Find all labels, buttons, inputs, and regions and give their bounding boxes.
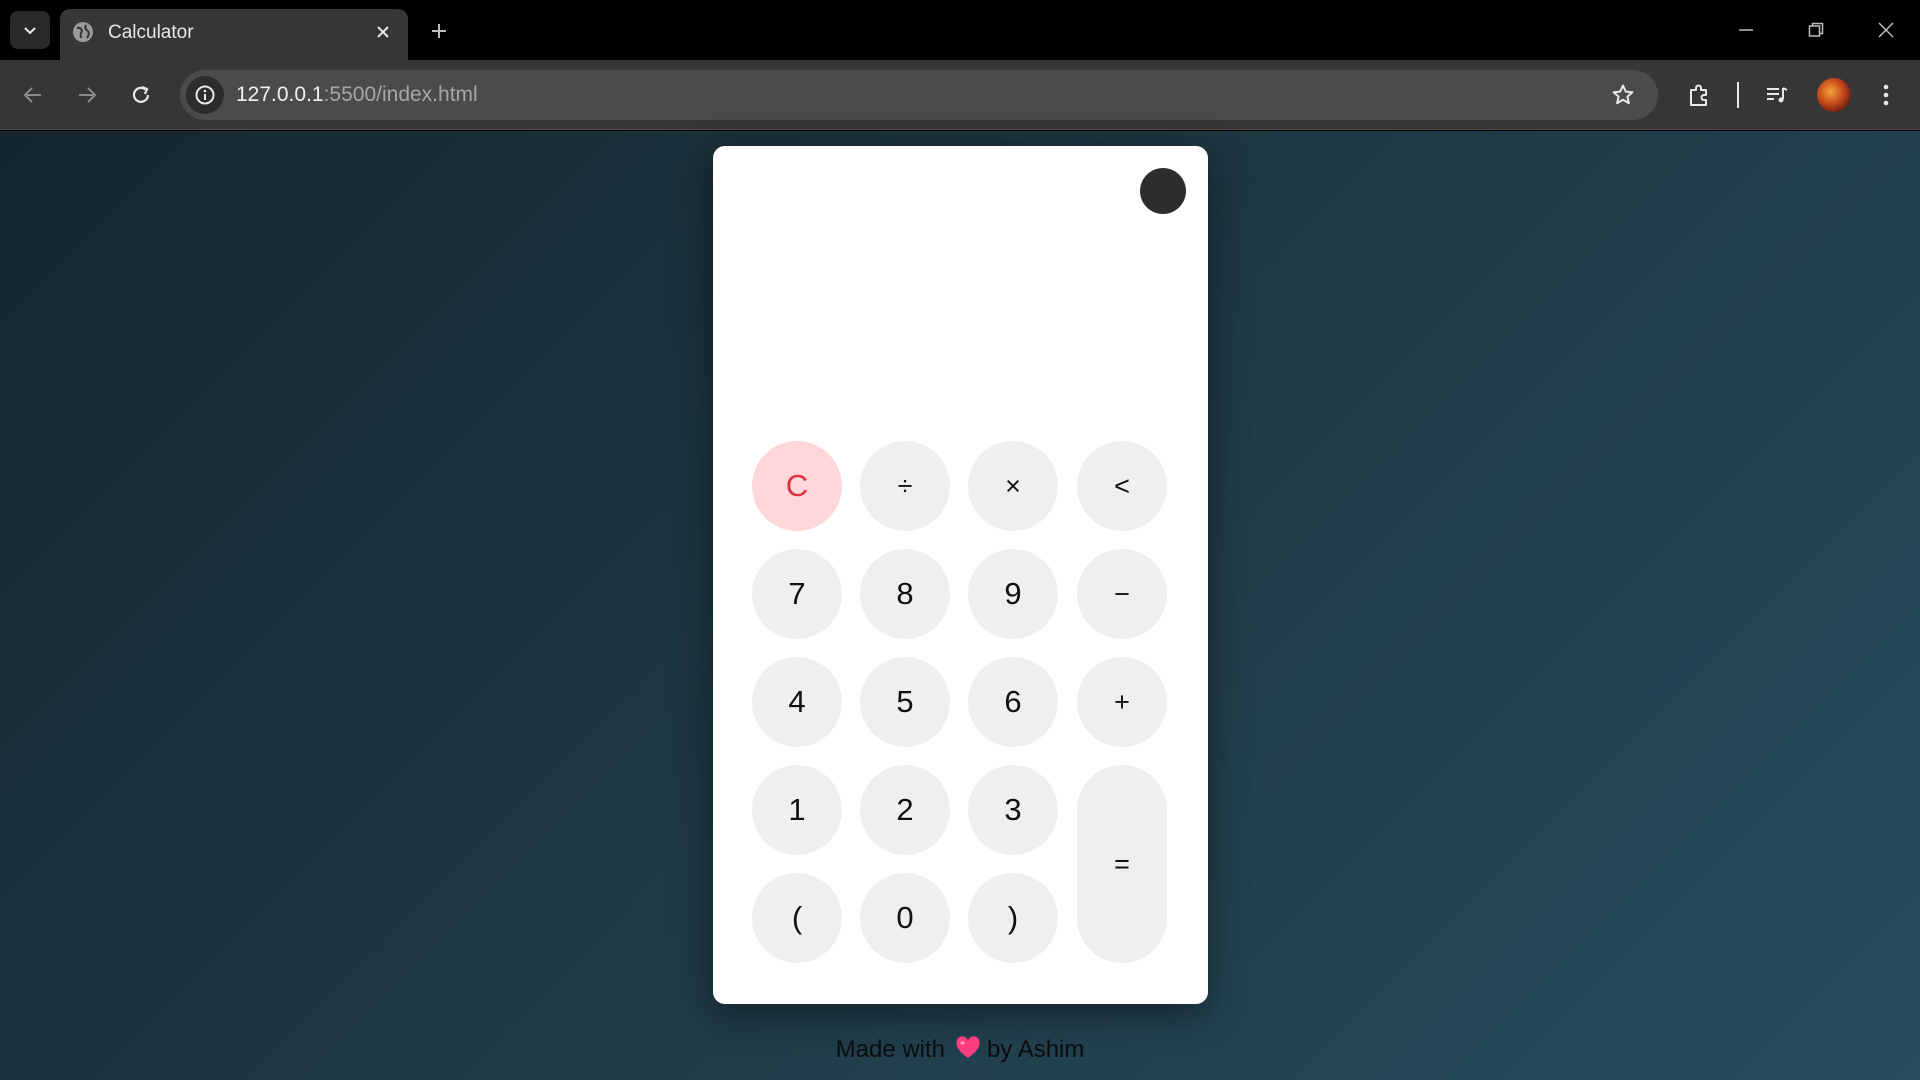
active-tab[interactable]: Calculator — [60, 9, 408, 60]
key-plus[interactable]: + — [1077, 657, 1167, 747]
key-0[interactable]: 0 — [860, 873, 950, 963]
calculator: C ÷ × < 7 8 9 − 4 5 6 + 1 2 3 = ( 0 ) — [713, 146, 1208, 1004]
browser-menu-button[interactable] — [1867, 76, 1905, 114]
extensions-icon — [1690, 84, 1707, 106]
back-arrow-icon — [23, 87, 41, 103]
key-1[interactable]: 1 — [752, 765, 842, 855]
key-9[interactable]: 9 — [968, 549, 1058, 639]
page-viewport: C ÷ × < 7 8 9 − 4 5 6 + 1 2 3 = ( 0 ) Ma… — [0, 131, 1920, 1080]
footer-credit: Made with by Ashim — [0, 1036, 1920, 1064]
browser-toolbar: 127.0.0.1:5500/index.html — [0, 60, 1920, 130]
key-multiply[interactable]: × — [968, 441, 1058, 531]
tab-list-icon — [24, 27, 36, 35]
minimize-button[interactable] — [1722, 10, 1770, 50]
key-backspace[interactable]: < — [1077, 441, 1167, 531]
key-equals[interactable]: = — [1077, 765, 1167, 963]
tab-strip: Calculator — [0, 0, 1920, 60]
reload-button[interactable] — [122, 76, 160, 114]
url-path: :5500/index.html — [323, 83, 478, 106]
key-divide[interactable]: ÷ — [860, 441, 950, 531]
tab-close-button[interactable] — [370, 19, 396, 45]
calculator-display — [743, 226, 1178, 426]
window-close-icon — [1878, 22, 1894, 38]
profile-avatar[interactable] — [1817, 78, 1851, 112]
restore-icon — [1808, 22, 1824, 37]
toolbar-divider — [1737, 82, 1739, 108]
heart-icon — [956, 1036, 980, 1058]
key-8[interactable]: 8 — [860, 549, 950, 639]
key-5[interactable]: 5 — [860, 657, 950, 747]
key-2[interactable]: 2 — [860, 765, 950, 855]
star-icon — [1612, 84, 1634, 105]
window-close-button[interactable] — [1862, 10, 1910, 50]
bookmark-button[interactable] — [1608, 80, 1638, 110]
plus-icon — [432, 24, 446, 38]
close-icon — [377, 26, 389, 38]
url-text[interactable]: 127.0.0.1:5500/index.html — [236, 83, 478, 107]
url-host: 127.0.0.1 — [236, 83, 324, 106]
media-button[interactable] — [1758, 76, 1796, 114]
key-clear[interactable]: C — [752, 441, 842, 531]
key-4[interactable]: 4 — [752, 657, 842, 747]
theme-toggle-button[interactable] — [1140, 168, 1186, 214]
back-button[interactable] — [14, 76, 52, 114]
footer-prefix: Made with — [835, 1036, 945, 1063]
footer-suffix: by Ashim — [987, 1036, 1085, 1063]
key-3[interactable]: 3 — [968, 765, 1058, 855]
key-7[interactable]: 7 — [752, 549, 842, 639]
address-bar[interactable]: 127.0.0.1:5500/index.html — [180, 70, 1658, 120]
reload-icon — [132, 85, 150, 103]
more-vert-icon — [1883, 84, 1889, 106]
site-info-button[interactable] — [186, 76, 224, 114]
media-queue-icon — [1767, 87, 1788, 103]
extensions-button[interactable] — [1680, 76, 1718, 114]
key-open-paren[interactable]: ( — [752, 873, 842, 963]
new-tab-button[interactable] — [424, 16, 454, 46]
tab-search-button[interactable] — [10, 11, 50, 49]
minimize-icon — [1739, 29, 1753, 31]
forward-arrow-icon — [79, 87, 97, 103]
tab-title: Calculator — [108, 22, 194, 43]
key-close-paren[interactable]: ) — [968, 873, 1058, 963]
site-info-icon — [195, 85, 215, 105]
key-minus[interactable]: − — [1077, 549, 1167, 639]
restore-button[interactable] — [1792, 10, 1840, 50]
forward-button[interactable] — [68, 76, 106, 114]
globe-icon — [73, 22, 93, 42]
key-6[interactable]: 6 — [968, 657, 1058, 747]
